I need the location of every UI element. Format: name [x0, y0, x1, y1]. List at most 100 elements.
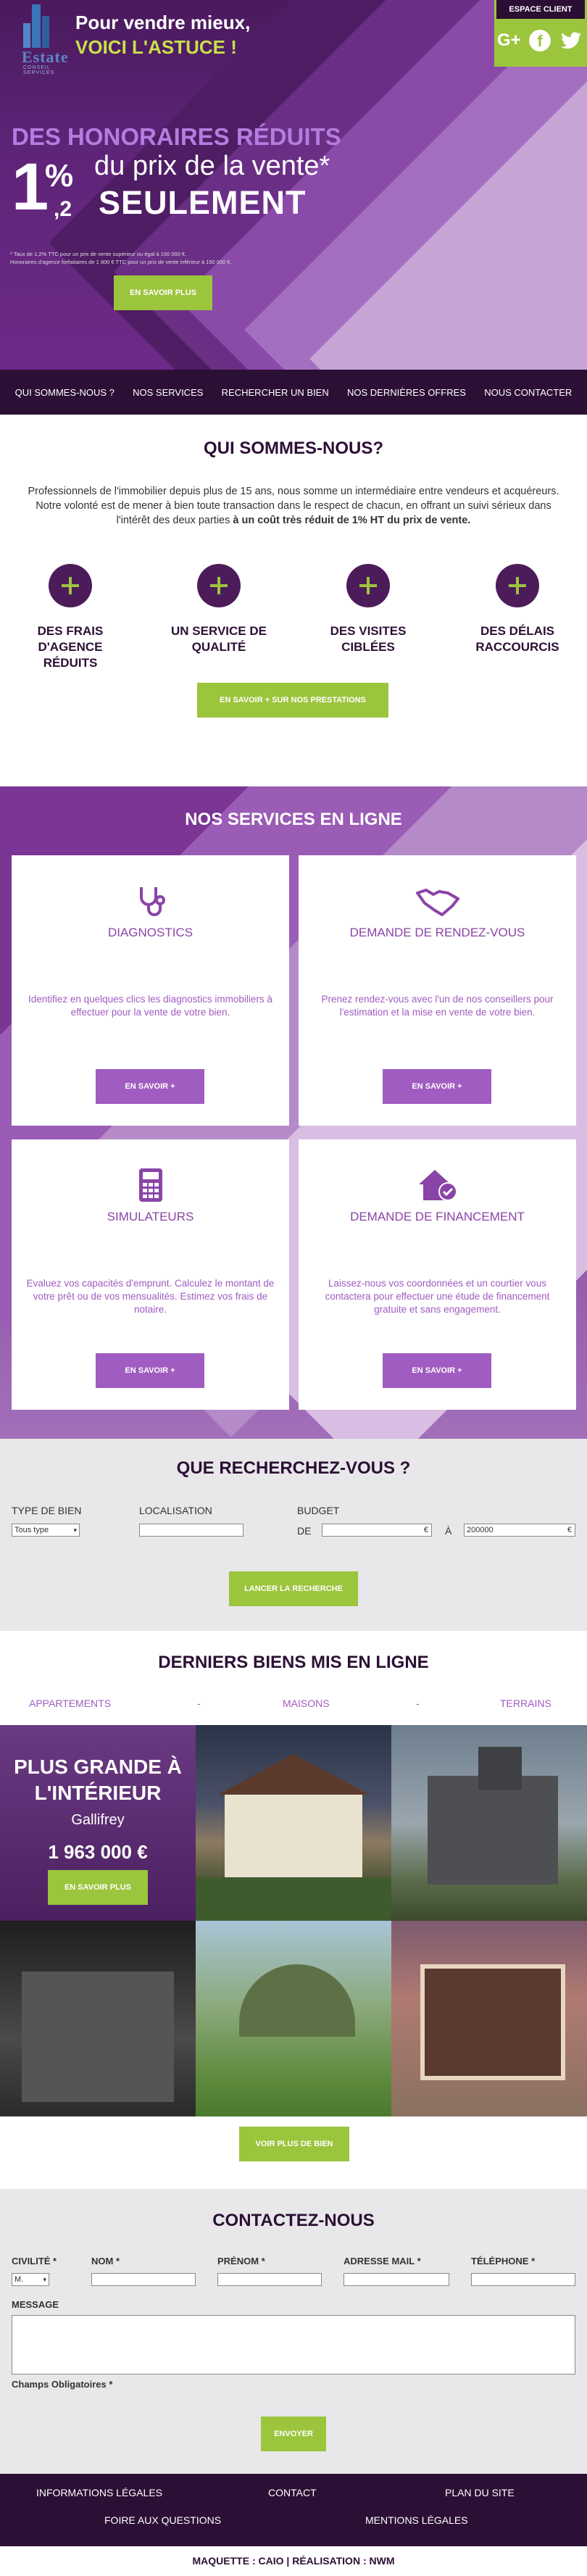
- service-card-text: Prenez rendez-vous avec l'un de nos cons…: [321, 994, 554, 1018]
- roof-shape: [217, 1754, 370, 1795]
- listing-photo[interactable]: [196, 1725, 391, 1921]
- civility-label: CIVILITÉ *: [12, 2256, 57, 2267]
- logo-building-icon: [42, 16, 49, 48]
- service-card-button[interactable]: EN SAVOIR +: [96, 1353, 204, 1388]
- cat-land[interactable]: TERRAINS: [500, 1698, 551, 1709]
- firstname-input[interactable]: [217, 2273, 322, 2286]
- qui-text-bold: à un coût très réduit de 1% HT du prix d…: [233, 515, 471, 526]
- budget-to-input[interactable]: 200000 €: [464, 1524, 575, 1537]
- currency-label: €: [567, 1526, 572, 1534]
- hero-footnote: * Taux de 1,2% TTC pour un prix de vente…: [10, 250, 232, 266]
- logo[interactable]: Estate CONSEIL SERVICES: [10, 4, 75, 75]
- plus-icon: [346, 564, 390, 607]
- budget-to-value: 200000: [467, 1526, 494, 1534]
- name-label: NOM *: [91, 2256, 120, 2267]
- civility-select[interactable]: M. ▾: [12, 2273, 49, 2286]
- cat-houses[interactable]: MAISONS: [283, 1698, 330, 1709]
- feature-label: DES FRAIS D'AGENCE RÉDUITS: [37, 624, 104, 670]
- service-card-appointment: DEMANDE DE RENDEZ-VOUS Prenez rendez-vou…: [299, 855, 576, 1126]
- feature-delays: DES DÉLAIS RACCOURCIS: [459, 564, 575, 655]
- service-card-button[interactable]: EN SAVOIR +: [96, 1069, 204, 1104]
- plus-icon: [49, 564, 92, 607]
- search-title: QUE RECHERCHEZ-VOUS ?: [176, 1458, 411, 1478]
- feature-label: DES VISITES CIBLÉES: [330, 624, 407, 654]
- featured-city: Gallifrey: [71, 1812, 125, 1828]
- type-select[interactable]: Tous type ▾: [12, 1524, 80, 1537]
- client-space-link[interactable]: ESPACE CLIENT: [496, 0, 585, 19]
- listing-photo[interactable]: [391, 1921, 587, 2116]
- footer: [0, 2474, 587, 2546]
- location-label: LOCALISATION: [139, 1505, 212, 1516]
- hero-line-2: du prix de la vente*: [94, 151, 330, 181]
- qui-text-1: Professionnels de l'immobilier depuis pl…: [28, 486, 559, 497]
- nav-item-services[interactable]: NOS SERVICES: [133, 387, 203, 398]
- service-card-title: DIAGNOSTICS: [107, 926, 193, 939]
- nav-item-contact[interactable]: NOUS CONTACTER: [484, 387, 572, 398]
- service-card-button[interactable]: EN SAVOIR +: [383, 1069, 491, 1104]
- page: Estate CONSEIL SERVICES Pour vendre mieu…: [0, 0, 587, 2576]
- stethoscope-icon: [12, 883, 289, 927]
- email-input[interactable]: [344, 2273, 449, 2286]
- footer-link-legal-info[interactable]: INFORMATIONS LÉGALES: [36, 2487, 162, 2498]
- nav-item-offers[interactable]: NOS DERNIÈRES OFFRES: [347, 387, 466, 398]
- name-input[interactable]: [91, 2273, 196, 2286]
- logo-subtext: CONSEIL SERVICES: [23, 65, 55, 75]
- hero-more-button[interactable]: EN SAVOIR PLUS: [114, 275, 212, 310]
- service-card-button[interactable]: EN SAVOIR +: [383, 1353, 491, 1388]
- hero-rate-digit: 1: [12, 150, 49, 224]
- service-card-title: SIMULATEURS: [107, 1210, 194, 1223]
- tagline-1: Pour vendre mieux,: [75, 12, 251, 33]
- hero-footnote-line: * Taux de 1,2% TTC pour un prix de vente…: [10, 251, 187, 257]
- logo-text: Estate: [22, 48, 69, 66]
- cat-separator: -: [197, 1698, 201, 1709]
- twitter-icon[interactable]: [559, 29, 583, 52]
- feature-label: DES DÉLAIS RACCOURCIS: [475, 624, 559, 654]
- qui-text: Professionnels de l'immobilier depuis pl…: [22, 484, 565, 528]
- cat-apartments[interactable]: APPARTEMENTS: [29, 1698, 111, 1709]
- search-button[interactable]: LANCER LA RECHERCHE: [229, 1571, 358, 1606]
- service-card-diagnostics: DIAGNOSTICS Identifiez en quelques clics…: [12, 855, 289, 1126]
- footer-link-mentions[interactable]: MENTIONS LÉGALES: [365, 2514, 468, 2526]
- footer-link-sitemap[interactable]: PLAN DU SITE: [445, 2487, 515, 2498]
- nav-item-qui[interactable]: QUI SOMMES-NOUS ?: [15, 387, 115, 398]
- credit-line: MAQUETTE : CAIO | RÉALISATION : NWM: [0, 2546, 587, 2576]
- calculator-icon: [12, 1167, 289, 1211]
- listing-photo[interactable]: [196, 1921, 391, 2116]
- service-card-simulators: SIMULATEURS Evaluez vos capacités d'empr…: [12, 1139, 289, 1410]
- lawn-shape: [196, 1877, 391, 1921]
- budget-from-input[interactable]: €: [322, 1524, 432, 1537]
- feature-fees: DES FRAIS D'AGENCE RÉDUITS: [12, 564, 128, 671]
- send-button[interactable]: ENVOYER: [261, 2417, 326, 2451]
- required-note: Champs Obligatoires *: [12, 2379, 113, 2390]
- qui-more-button[interactable]: EN SAVOIR + SUR NOS PRESTATIONS: [197, 683, 388, 718]
- handshake-icon: [299, 883, 576, 927]
- nav-item-search[interactable]: RECHERCHER UN BIEN: [222, 387, 329, 398]
- feature-quality: UN SERVICE DE QUALITÉ: [161, 564, 277, 655]
- services-title: NOS SERVICES EN LIGNE: [185, 810, 402, 829]
- service-card-title: DEMANDE DE FINANCEMENT: [350, 1210, 525, 1223]
- house-check-icon: [299, 1167, 576, 1211]
- facebook-icon[interactable]: f: [529, 30, 551, 51]
- phone-label: TÉLÉPHONE *: [471, 2256, 536, 2267]
- house-image: [239, 1964, 355, 2037]
- tagline-2: VOICI L'ASTUCE !: [75, 36, 237, 58]
- client-area: ESPACE CLIENT G+ f: [494, 0, 587, 67]
- footer-link-contact[interactable]: CONTACT: [268, 2487, 317, 2498]
- footer-link-faq[interactable]: FOIRE AUX QUESTIONS: [104, 2514, 221, 2526]
- firstname-label: PRÉNOM *: [217, 2256, 265, 2267]
- google-plus-icon[interactable]: G+: [497, 29, 521, 52]
- logo-building-icon: [32, 4, 41, 48]
- listing-photo[interactable]: [391, 1725, 587, 1921]
- main-nav: QUI SOMMES-NOUS ? NOS SERVICES RECHERCHE…: [0, 370, 587, 415]
- listing-photo[interactable]: [0, 1921, 196, 2116]
- phone-input[interactable]: [471, 2273, 575, 2286]
- featured-listing[interactable]: PLUS GRANDE À L'INTÉRIEUR Gallifrey 1 96…: [0, 1725, 196, 1921]
- house-image: [225, 1790, 362, 1877]
- message-textarea[interactable]: [12, 2315, 575, 2375]
- more-listings-button[interactable]: VOIR PLUS DE BIEN: [239, 2127, 349, 2161]
- budget-from-label: DE: [297, 1525, 312, 1537]
- location-input[interactable]: [139, 1524, 243, 1537]
- tower-shape: [478, 1747, 522, 1790]
- house-image: [428, 1776, 558, 1885]
- featured-more-button[interactable]: EN SAVOIR PLUS: [48, 1870, 148, 1905]
